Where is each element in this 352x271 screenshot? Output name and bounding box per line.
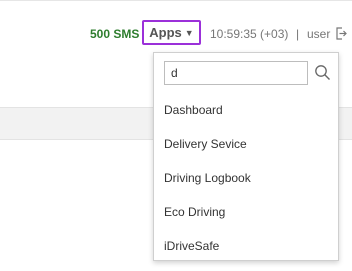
apps-label: Apps	[149, 25, 182, 40]
clock-time: 10:59:35 (+03)	[210, 27, 289, 41]
app-item-dashboard[interactable]: Dashboard	[154, 93, 338, 127]
top-divider	[0, 0, 352, 1]
apps-menu-button[interactable]: Apps ▼	[142, 20, 201, 45]
sms-balance: 500 SMS	[90, 27, 140, 41]
apps-dropdown: Dashboard Delivery Sevice Driving Logboo…	[153, 52, 339, 261]
apps-search-input[interactable]	[164, 61, 308, 85]
caret-down-icon: ▼	[184, 28, 194, 38]
user-name[interactable]: user	[307, 27, 330, 41]
app-item-delivery-service[interactable]: Delivery Sevice	[154, 127, 338, 161]
logout-icon[interactable]	[335, 27, 347, 40]
search-icon[interactable]	[314, 64, 331, 81]
app-item-eco-driving[interactable]: Eco Driving	[154, 195, 338, 229]
apps-search	[164, 61, 332, 85]
top-bar: 500 SMS Apps ▼ 10:59:35 (+03) | user	[0, 20, 352, 48]
apps-list: Dashboard Delivery Sevice Driving Logboo…	[154, 93, 338, 263]
app-item-idrivesafe[interactable]: iDriveSafe	[154, 229, 338, 263]
separator: |	[296, 27, 300, 41]
app-item-driving-logbook[interactable]: Driving Logbook	[154, 161, 338, 195]
